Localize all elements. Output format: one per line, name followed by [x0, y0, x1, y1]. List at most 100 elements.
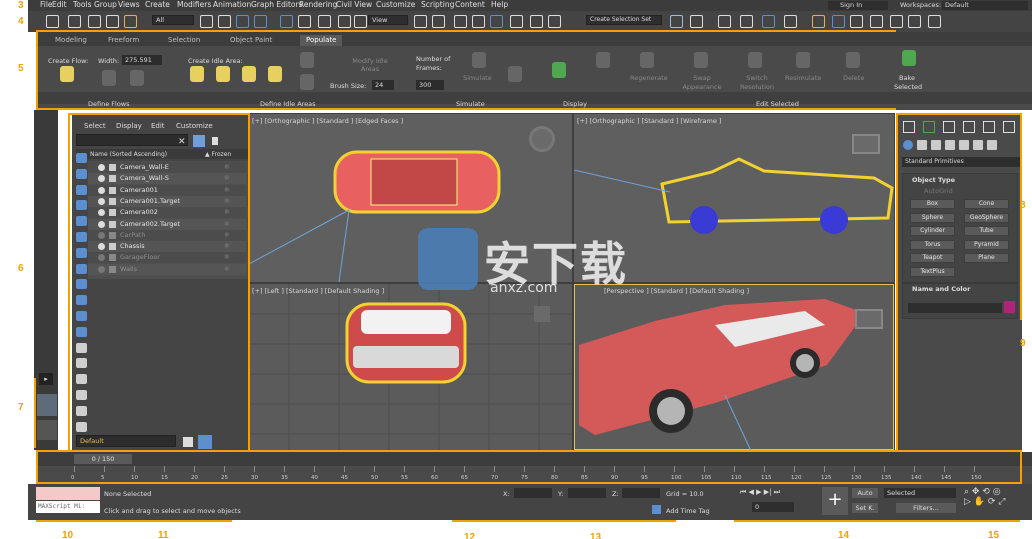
explorer-filter-icon[interactable]: [76, 153, 87, 163]
explorer-filter-icon[interactable]: [76, 390, 87, 400]
toolbar-tool-icon[interactable]: [690, 15, 703, 28]
viewport-layout-icon-2[interactable]: [37, 420, 57, 440]
explorer-filter-icon[interactable]: [76, 311, 87, 321]
freeze-icon[interactable]: ❄: [224, 264, 230, 275]
menu-civil-view[interactable]: Civil View: [336, 0, 372, 10]
ribbon-tool-icon[interactable]: [694, 52, 708, 68]
primitive-cylinder-button[interactable]: Cylinder: [910, 226, 955, 236]
freeze-icon[interactable]: ❄: [224, 162, 230, 173]
maxscript-mini-listener[interactable]: MAXScript Mi:: [36, 501, 100, 513]
ribbon-tool-icon[interactable]: [102, 70, 116, 86]
viewcube-ortho[interactable]: [852, 134, 880, 154]
freeze-icon[interactable]: ❄: [224, 241, 230, 252]
primitive-textplus-button[interactable]: TextPlus: [910, 266, 955, 277]
primitive-geosphere-button[interactable]: GeoSphere: [964, 212, 1009, 223]
simulate-button[interactable]: Simulate: [463, 74, 492, 82]
visibility-eye-icon[interactable]: [98, 209, 105, 217]
workspace-dropdown[interactable]: Default: [942, 1, 1028, 10]
maxscript-listener-top[interactable]: [36, 487, 100, 500]
ribbon-tool-icon[interactable]: [300, 52, 314, 68]
toolbar-tool-icon[interactable]: [908, 15, 921, 28]
toolbar-tool-icon[interactable]: [870, 15, 883, 28]
z-coordinate-field[interactable]: [622, 488, 660, 498]
toolbar-tool-icon[interactable]: [254, 15, 267, 28]
scene-row[interactable]: CarPath ❄: [88, 229, 246, 241]
scene-col-frozen[interactable]: ▲ Frozen: [205, 151, 231, 158]
scene-row[interactable]: Camera_Wall-S ❄: [88, 173, 246, 185]
ribbon-tool-icon[interactable]: [508, 66, 522, 82]
ribbon-tool-icon[interactable]: [596, 52, 610, 68]
explorer-filter-icon[interactable]: [76, 374, 87, 385]
menu-content[interactable]: Content: [455, 0, 485, 10]
explorer-filter-icon[interactable]: [76, 279, 87, 290]
named-selection-dropdown[interactable]: Create Selection Set: [586, 15, 662, 25]
set-key-button[interactable]: Set K.: [852, 503, 878, 513]
menu-group[interactable]: Group: [94, 0, 117, 10]
ribbon-tool-icon[interactable]: [60, 66, 74, 82]
menu-modifiers[interactable]: Modifiers: [177, 0, 211, 10]
switch-resolution-button[interactable]: Switch Resolution: [738, 74, 776, 92]
scene-row[interactable]: Camera002 ❄: [88, 207, 246, 219]
visibility-eye-icon[interactable]: [98, 186, 105, 194]
toolbar-tool-icon[interactable]: [200, 15, 213, 28]
primitive-box-button[interactable]: Box: [910, 199, 955, 209]
viewport-navigation-controls[interactable]: ⌕ ✥ ⟲ ◎ ▷ ✋ ⟳ ⤢: [964, 487, 1024, 515]
visibility-eye-icon[interactable]: [98, 243, 105, 251]
object-category-icon[interactable]: [959, 140, 969, 150]
explorer-filter-icon[interactable]: [76, 263, 87, 274]
explorer-filter-icon[interactable]: [76, 200, 87, 211]
visibility-eye-icon[interactable]: [98, 175, 105, 183]
primitive-teapot-button[interactable]: Teapot: [910, 253, 955, 263]
toolbar-tool-icon[interactable]: [88, 15, 101, 28]
toolbar-tool-icon[interactable]: [46, 15, 59, 28]
object-color-swatch[interactable]: [1004, 301, 1015, 313]
brush-size-spinner[interactable]: 24: [372, 80, 394, 90]
scene-row[interactable]: Camera001 ❄: [88, 184, 246, 196]
toolbar-tool-icon[interactable]: [472, 15, 485, 28]
freeze-icon[interactable]: ❄: [224, 185, 230, 196]
ribbon-tool-icon[interactable]: [748, 52, 762, 68]
explorer-filter-icon[interactable]: [76, 247, 87, 258]
object-category-icon[interactable]: [917, 140, 927, 150]
layer-dropdown[interactable]: Default: [76, 435, 176, 447]
toolbar-tool-icon[interactable]: [530, 15, 543, 28]
toolbar-tool-icon[interactable]: [812, 15, 825, 28]
scene-row[interactable]: Chassis ❄: [88, 241, 246, 253]
primitive-cone-button[interactable]: Cone: [964, 199, 1009, 209]
freeze-icon[interactable]: ❄: [224, 219, 230, 230]
primitive-plane-button[interactable]: Plane: [964, 253, 1009, 263]
menu-graph-editors[interactable]: Graph Editors: [251, 0, 303, 10]
object-category-icon[interactable]: [973, 140, 983, 150]
menu-create[interactable]: Create: [145, 0, 170, 10]
ribbon-tool-icon[interactable]: [552, 62, 566, 78]
y-coordinate-field[interactable]: [568, 488, 606, 498]
visibility-eye-icon[interactable]: [98, 220, 105, 228]
toolbar-tool-icon[interactable]: [218, 15, 231, 28]
name-color-heading[interactable]: Name and Color: [912, 285, 970, 293]
layers-icon[interactable]: [183, 437, 193, 447]
lock-icon[interactable]: [212, 137, 218, 145]
menu-rendering[interactable]: Rendering: [299, 0, 337, 10]
explorer-filter-icon[interactable]: [76, 342, 87, 353]
menu-tools[interactable]: Tools: [73, 0, 91, 10]
viewport-ortho-label[interactable]: [+] [Orthographic ] [Standard ] [Wirefra…: [577, 117, 721, 125]
scene-menu-select[interactable]: Select: [84, 122, 106, 130]
command-panel-tab-icon[interactable]: [903, 121, 915, 133]
ribbon-tool-icon[interactable]: [796, 52, 810, 68]
toolbar-tool-icon[interactable]: [762, 15, 775, 28]
sign-in-button[interactable]: Sign In: [828, 1, 888, 10]
explorer-filter-icon[interactable]: [76, 168, 87, 179]
ribbon-tab-selection[interactable]: Selection: [168, 35, 200, 46]
toolbar-tool-icon[interactable]: [850, 15, 863, 28]
toolbar-tool-icon[interactable]: [490, 15, 503, 28]
toolbar-tool-icon[interactable]: [338, 15, 351, 28]
freeze-icon[interactable]: ❄: [224, 173, 230, 184]
freeze-icon[interactable]: ❄: [224, 230, 230, 241]
key-filters-button[interactable]: Filters...: [896, 503, 956, 513]
ribbon-tool-icon[interactable]: [216, 66, 230, 82]
x-coordinate-field[interactable]: [514, 488, 552, 498]
explorer-settings-icon[interactable]: [198, 435, 212, 449]
ribbon-tab-freeform[interactable]: Freeform: [108, 35, 139, 46]
frames-spinner[interactable]: 300: [416, 80, 444, 90]
toolbar-tool-icon[interactable]: [890, 15, 903, 28]
